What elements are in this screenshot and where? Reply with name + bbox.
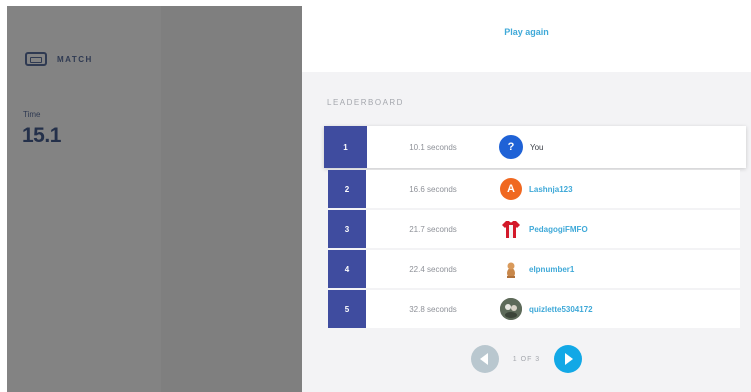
pagination: 1 OF 3 [302,345,751,373]
rank-badge: 3 [328,210,366,248]
page-indicator: 1 OF 3 [512,355,541,363]
rank-badge: 4 [328,250,366,288]
leaderboard-row: 3 21.7 seconds PedagogiFMFO [328,210,740,248]
results-sidebar: MATCH Time 15.1 [7,6,302,392]
dog-avatar-icon [500,258,522,280]
game-mode-label: MATCH [57,54,93,64]
row-seconds: 32.8 seconds [409,304,457,314]
leaderboard-row: 5 32.8 seconds quizlette5304172 [328,290,740,328]
match-results-page: MATCH Time 15.1 Play again LEADERBOARD 1… [0,0,751,392]
leaderboard-row: 2 16.6 seconds A Lashnja123 [328,170,740,208]
game-mode: MATCH [25,52,93,66]
row-seconds: 16.6 seconds [409,184,457,194]
letter-a-avatar-icon: A [500,178,522,200]
play-again-button[interactable]: Play again [302,0,751,64]
leaderboard-title: LEADERBOARD [327,98,404,107]
row-username-link[interactable]: Lashnja123 [529,185,573,194]
next-page-button[interactable] [554,345,583,373]
row-username-link[interactable]: elpnumber1 [529,265,574,274]
time-label: Time [23,110,41,119]
match-icon [25,52,47,66]
leaderboard: LEADERBOARD 1 10.1 seconds ? You 2 16.6 … [302,72,751,392]
rank-badge: 2 [328,170,366,208]
question-avatar-icon: ? [499,135,523,159]
leaderboard-row-current-user: 1 10.1 seconds ? You [324,126,746,168]
row-seconds: 10.1 seconds [409,142,457,152]
row-username-link[interactable]: PedagogiFMFO [529,225,588,234]
row-seconds: 22.4 seconds [409,264,457,274]
jersey-avatar-icon [500,218,522,240]
chevron-left-icon [479,353,488,365]
row-username-link[interactable]: quizlette5304172 [529,305,593,314]
chevron-right-icon [565,353,574,365]
rank-badge: 5 [328,290,366,328]
previous-page-button[interactable] [470,345,499,373]
row-username: You [530,142,544,152]
photo-avatar-icon [500,298,522,320]
top-bar: Play again [302,0,751,72]
rank-badge: 1 [324,126,367,168]
row-seconds: 21.7 seconds [409,224,457,234]
leaderboard-row: 4 22.4 seconds elpnumber1 [328,250,740,288]
time-value: 15.1 [22,124,61,147]
